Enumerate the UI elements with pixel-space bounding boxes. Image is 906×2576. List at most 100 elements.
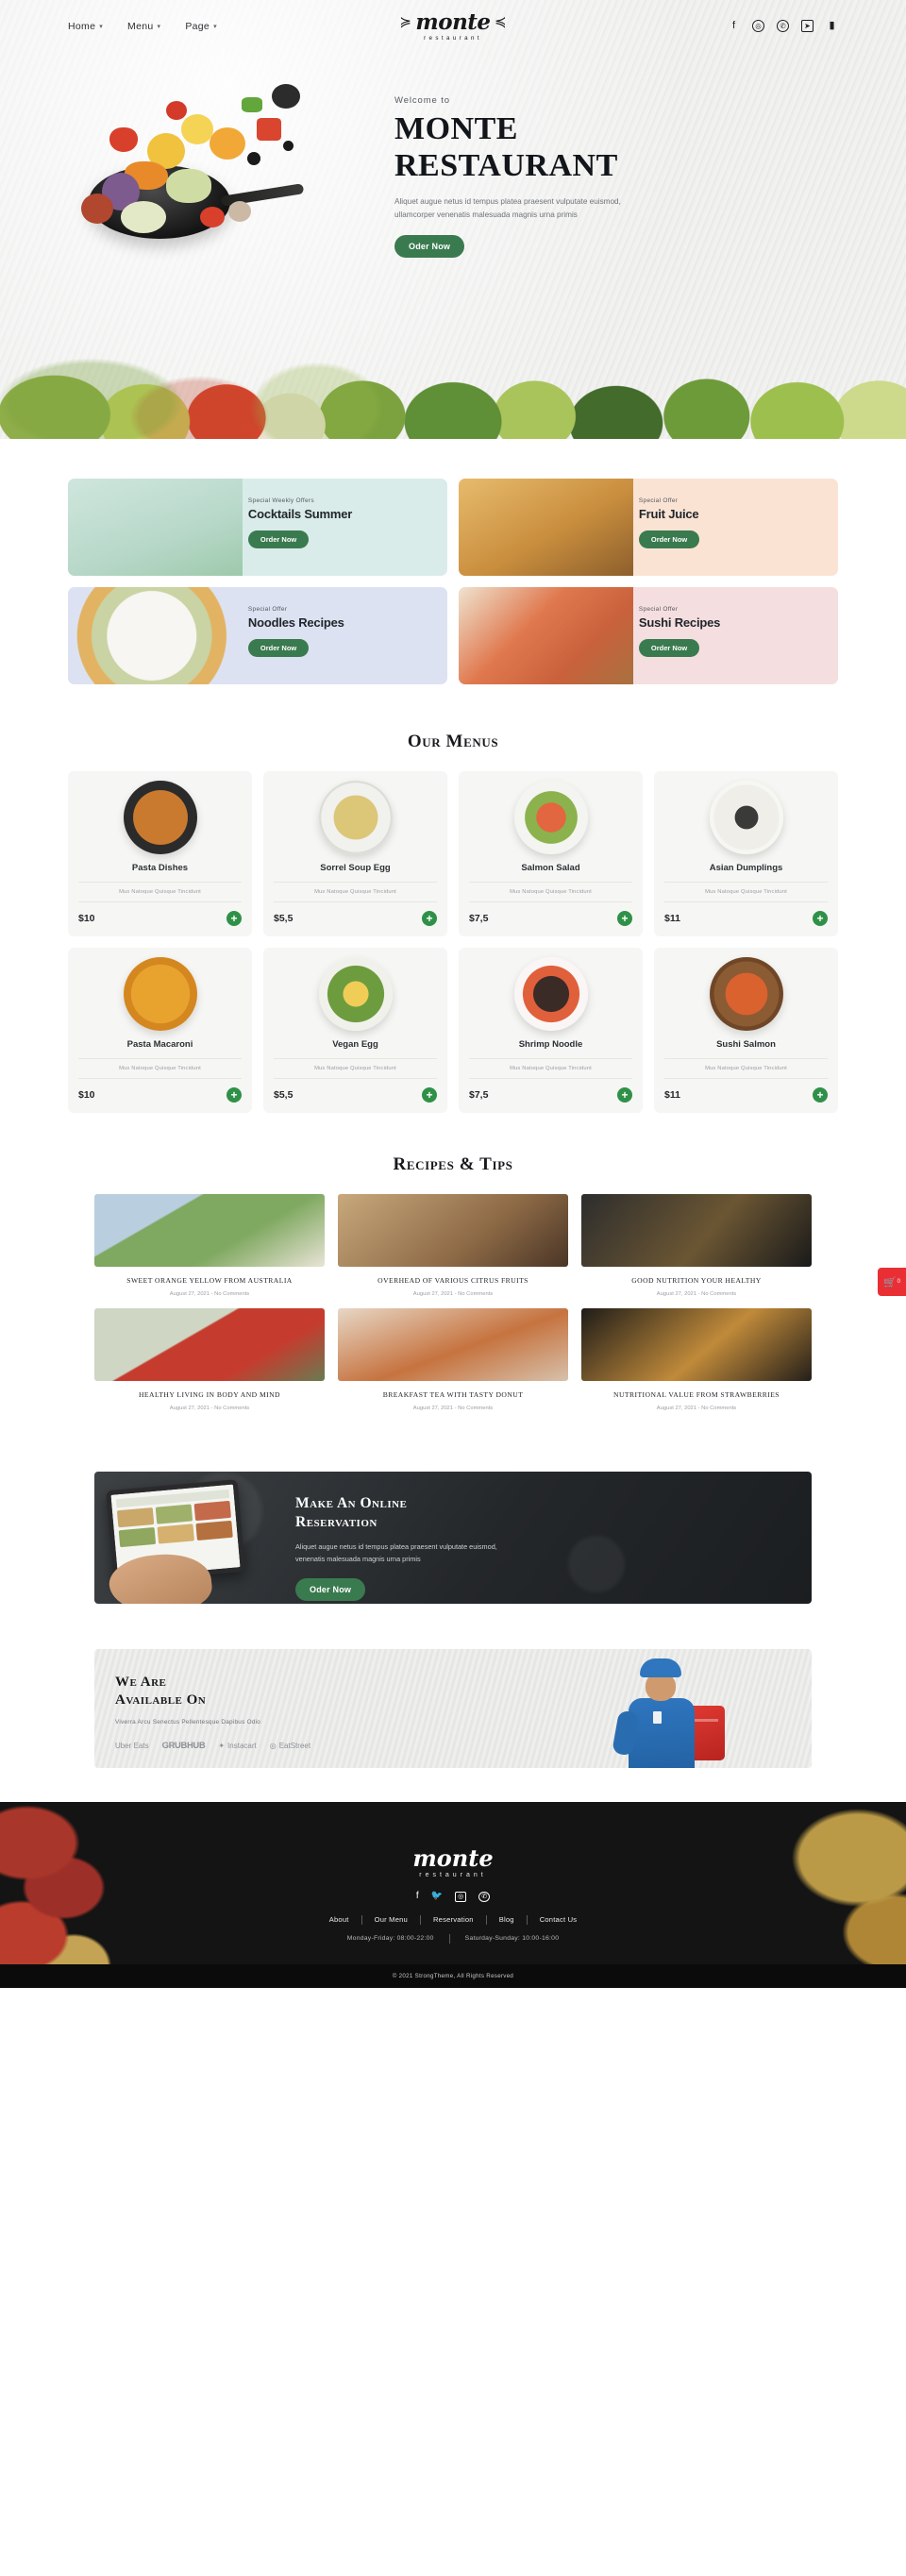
- whatsapp-icon[interactable]: ✆: [478, 1891, 491, 1902]
- menu-card[interactable]: Pasta Dishes Mus Natoque Quisque Tincidu…: [68, 771, 252, 936]
- promo-card-noodles-recipes[interactable]: Special Offer Noodles Recipes Order Now: [68, 587, 447, 684]
- vegetable-shape: [228, 201, 251, 222]
- chevron-down-icon: ▾: [213, 23, 217, 30]
- promo-title: Sushi Recipes: [638, 615, 721, 630]
- blog-post-card[interactable]: BREAKFAST TEA WITH TASTY DONUT August 27…: [338, 1307, 568, 1411]
- promo-body: Special Offer Noodles Recipes Order Now: [243, 587, 447, 684]
- logo-swoosh-left: ≽: [399, 13, 411, 30]
- recipes-tips-title: Recipes & Tips: [393, 1154, 513, 1174]
- instagram-icon[interactable]: ◎: [455, 1891, 467, 1902]
- blog-post-card[interactable]: GOOD NUTRITION YOUR HEALTHY August 27, 2…: [581, 1194, 812, 1297]
- menu-card-footer: $10 +: [78, 902, 242, 926]
- promo-image-sushi: [459, 587, 633, 684]
- promo-card-cocktails-summer[interactable]: Special Weekly Offers Cocktails Summer O…: [68, 479, 447, 576]
- menu-card[interactable]: Pasta Macaroni Mus Natoque Quisque Tinci…: [68, 948, 252, 1113]
- menu-item-price: $11: [664, 913, 680, 924]
- screen-grid: [116, 1500, 233, 1547]
- chevron-down-icon: ▾: [157, 23, 161, 30]
- reservation-order-now-button[interactable]: Oder Now: [295, 1578, 366, 1602]
- blog-post-card[interactable]: NUTRITIONAL VALUE FROM STRAWBERRIES Augu…: [581, 1307, 812, 1411]
- add-to-cart-button[interactable]: +: [226, 1087, 242, 1103]
- partner-grubhub[interactable]: GRUBHUB: [162, 1741, 206, 1751]
- promo-order-now-button[interactable]: Order Now: [638, 530, 700, 548]
- partner-instacart[interactable]: ✦ Instacart: [218, 1742, 256, 1750]
- promo-kicker: Special Weekly Offers: [247, 497, 314, 504]
- partner-uber-eats[interactable]: Uber Eats: [115, 1742, 149, 1750]
- add-to-cart-button[interactable]: +: [226, 911, 242, 926]
- menu-item-name: Sorrel Soup Egg: [320, 863, 391, 873]
- nav-item-home[interactable]: Home ▾: [68, 21, 103, 32]
- blog-post-title: HEALTHY LIVING IN BODY AND MIND: [139, 1389, 280, 1399]
- menu-card[interactable]: Sushi Salmon Mus Natoque Quisque Tincidu…: [654, 948, 838, 1113]
- dish-image: [709, 781, 783, 854]
- add-to-cart-button[interactable]: +: [617, 1087, 632, 1103]
- add-to-cart-button[interactable]: +: [422, 911, 437, 926]
- blog-post-title: BREAKFAST TEA WITH TASTY DONUT: [382, 1389, 524, 1399]
- site-logo[interactable]: ≽ monte ≼ restaurant: [313, 11, 593, 42]
- footer-logo-wordmark[interactable]: monte: [0, 1846, 906, 1870]
- menu-card[interactable]: Vegan Egg Mus Natoque Quisque Tincidunt …: [263, 948, 447, 1113]
- add-to-cart-button[interactable]: +: [617, 911, 632, 926]
- vegetable-shape: [109, 127, 138, 152]
- blog-thumbnail: [338, 1307, 568, 1381]
- add-to-cart-button[interactable]: +: [422, 1087, 437, 1103]
- hero-title-line-1: MONTE: [394, 111, 518, 146]
- blog-post-card[interactable]: HEALTHY LIVING IN BODY AND MIND August 2…: [94, 1307, 325, 1411]
- promo-card-sushi-recipes[interactable]: Special Offer Sushi Recipes Order Now: [459, 587, 838, 684]
- menu-card[interactable]: Salmon Salad Mus Natoque Quisque Tincidu…: [459, 771, 643, 936]
- screen-cell: [116, 1507, 155, 1527]
- nav-item-page[interactable]: Page ▾: [185, 21, 217, 32]
- promo-card-fruit-juice[interactable]: Special Offer Fruit Juice Order Now: [459, 479, 838, 576]
- screen-cell: [193, 1500, 231, 1521]
- pinterest-icon[interactable]: ▮: [826, 20, 838, 32]
- hours-weekend: Saturday-Sunday: 10:00-16:00: [464, 1935, 560, 1943]
- blog-post-card[interactable]: OVERHEAD OF VARIOUS CITRUS FRUITS August…: [338, 1194, 568, 1297]
- instagram-icon[interactable]: ◎: [752, 20, 764, 32]
- menu-card[interactable]: Asian Dumplings Mus Natoque Quisque Tinc…: [654, 771, 838, 936]
- telegram-icon[interactable]: ➤: [801, 20, 814, 32]
- reservation-title: Make An Online Reservation: [295, 1494, 812, 1532]
- delivery-partners-list: Uber Eats GRUBHUB ✦ Instacart ◎ EatStree…: [115, 1741, 496, 1751]
- menu-card[interactable]: Shrimp Noodle Mus Natoque Quisque Tincid…: [459, 948, 643, 1113]
- logo-subtitle: restaurant: [424, 34, 482, 42]
- add-to-cart-button[interactable]: +: [813, 911, 828, 926]
- menu-card[interactable]: Sorrel Soup Egg Mus Natoque Quisque Tinc…: [263, 771, 447, 936]
- add-to-cart-button[interactable]: +: [813, 1087, 828, 1103]
- promo-body: Special Weekly Offers Cocktails Summer O…: [243, 479, 447, 576]
- blog-post-meta: August 27, 2021 - No Comments: [169, 1290, 250, 1297]
- twitter-icon[interactable]: 🐦: [431, 1891, 443, 1902]
- promo-title: Noodles Recipes: [247, 615, 344, 630]
- footer-link-blog[interactable]: Blog: [487, 1915, 527, 1924]
- footer-link-contact-us[interactable]: Contact Us: [528, 1915, 590, 1924]
- footer-link-reservation[interactable]: Reservation: [421, 1915, 486, 1924]
- whatsapp-icon[interactable]: ✆: [777, 20, 789, 32]
- hero-order-now-button[interactable]: Oder Now: [394, 235, 465, 259]
- promo-order-now-button[interactable]: Order Now: [247, 639, 310, 657]
- floating-cart-button[interactable]: 🛒 0: [878, 1268, 906, 1296]
- promo-order-now-button[interactable]: Order Now: [247, 530, 310, 548]
- footer-link-about[interactable]: About: [317, 1915, 361, 1924]
- partner-eatstreet[interactable]: ◎ EatStreet: [270, 1742, 310, 1750]
- facebook-icon[interactable]: f: [728, 20, 740, 32]
- blog-thumbnail: [94, 1307, 325, 1381]
- blog-post-meta: August 27, 2021 - No Comments: [656, 1405, 737, 1411]
- promo-order-now-button[interactable]: Order Now: [638, 639, 700, 657]
- blog-post-card[interactable]: SWEET ORANGE YELLOW FROM AUSTRALIA Augus…: [94, 1194, 325, 1297]
- blog-post-meta: August 27, 2021 - No Comments: [412, 1290, 494, 1297]
- screen-cell: [118, 1526, 157, 1547]
- blog-grid-row-1: SWEET ORANGE YELLOW FROM AUSTRALIA Augus…: [94, 1194, 812, 1297]
- blog-post-title: NUTRITIONAL VALUE FROM STRAWBERRIES: [613, 1389, 780, 1399]
- menu-card-footer: $10 +: [78, 1079, 242, 1103]
- menu-item-description: Mus Natoque Quisque Tincidunt: [664, 1058, 828, 1079]
- nav-label: Menu: [127, 20, 154, 32]
- nav-item-menu[interactable]: Menu ▾: [127, 21, 160, 32]
- circle-icon: ◎: [269, 1742, 277, 1751]
- menu-item-description: Mus Natoque Quisque Tincidunt: [78, 882, 242, 902]
- menu-item-name: Salmon Salad: [521, 863, 580, 873]
- vegetable-shape: [166, 169, 211, 203]
- menu-item-description: Mus Natoque Quisque Tincidunt: [274, 1058, 437, 1079]
- facebook-icon[interactable]: f: [416, 1891, 419, 1902]
- dish-image: [513, 781, 588, 854]
- header-social-links: f ◎ ✆ ➤ ▮: [593, 20, 838, 32]
- footer-link-our-menu[interactable]: Our Menu: [362, 1915, 420, 1924]
